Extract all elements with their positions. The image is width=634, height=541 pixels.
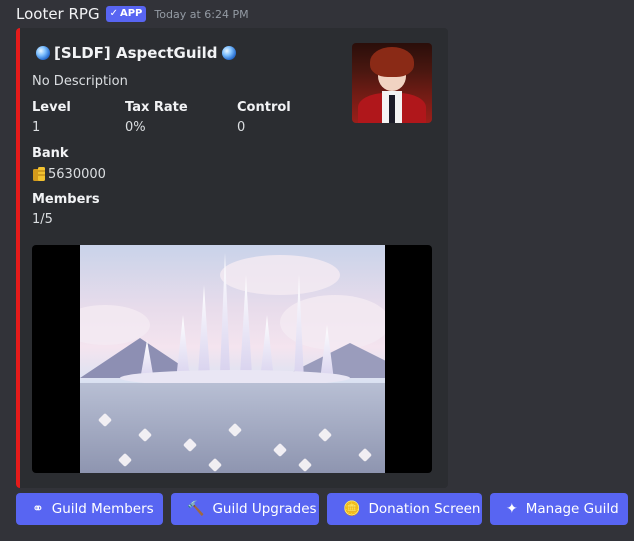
guild-upgrades-label: Guild Upgrades bbox=[212, 501, 317, 517]
timestamp: Today at 6:24 PM bbox=[154, 7, 249, 21]
message-header: Looter RPG ✓ APP Today at 6:24 PM bbox=[16, 4, 249, 24]
field-bank-value: 5630000 bbox=[48, 166, 106, 182]
guild-thumbnail[interactable] bbox=[352, 43, 432, 123]
guild-embed: [SLDF] AspectGuild No Description Level … bbox=[16, 28, 448, 488]
donation-screen-label: Donation Screen bbox=[368, 501, 481, 517]
field-level-value: 1 bbox=[32, 120, 41, 135]
coin-stack-icon bbox=[33, 167, 45, 181]
action-buttons: ⚭ Guild Members 🔨 Guild Upgrades 🪙 Donat… bbox=[16, 493, 628, 525]
blue-orb-icon bbox=[221, 46, 236, 60]
field-tax-name: Tax Rate bbox=[125, 100, 188, 115]
app-badge: ✓ APP bbox=[105, 6, 147, 22]
author-name[interactable]: Looter RPG bbox=[16, 5, 100, 23]
crystal-city-art bbox=[80, 245, 385, 473]
check-icon: ✓ bbox=[109, 8, 118, 19]
guild-image[interactable] bbox=[32, 245, 432, 473]
manage-guild-button[interactable]: ✦ Manage Guild bbox=[490, 493, 628, 525]
field-level-name: Level bbox=[32, 100, 71, 115]
manage-guild-label: Manage Guild bbox=[525, 501, 619, 517]
guild-members-button[interactable]: ⚭ Guild Members bbox=[16, 493, 163, 525]
field-members-name: Members bbox=[32, 192, 100, 207]
app-badge-label: APP bbox=[119, 8, 143, 19]
guild-upgrades-button[interactable]: 🔨 Guild Upgrades bbox=[171, 493, 319, 525]
field-control-name: Control bbox=[237, 100, 291, 115]
donation-screen-button[interactable]: 🪙 Donation Screen bbox=[327, 493, 482, 525]
members-icon: ⚭ bbox=[32, 501, 44, 517]
guild-members-label: Guild Members bbox=[51, 501, 154, 517]
field-tax-value: 0% bbox=[125, 120, 146, 135]
embed-title: [SLDF] AspectGuild bbox=[54, 44, 218, 62]
crystal-icon: ✦ bbox=[506, 501, 518, 517]
field-bank-row: 5630000 bbox=[32, 166, 106, 182]
coins-icon: 🪙 bbox=[343, 501, 361, 517]
embed-description: No Description bbox=[32, 74, 128, 89]
hammer-icon: 🔨 bbox=[187, 501, 205, 517]
field-control-value: 0 bbox=[237, 120, 246, 135]
embed-title-row: [SLDF] AspectGuild bbox=[36, 44, 236, 62]
field-bank-name: Bank bbox=[32, 146, 69, 161]
blue-orb-icon bbox=[36, 46, 50, 60]
field-members-value: 1/5 bbox=[32, 212, 53, 227]
